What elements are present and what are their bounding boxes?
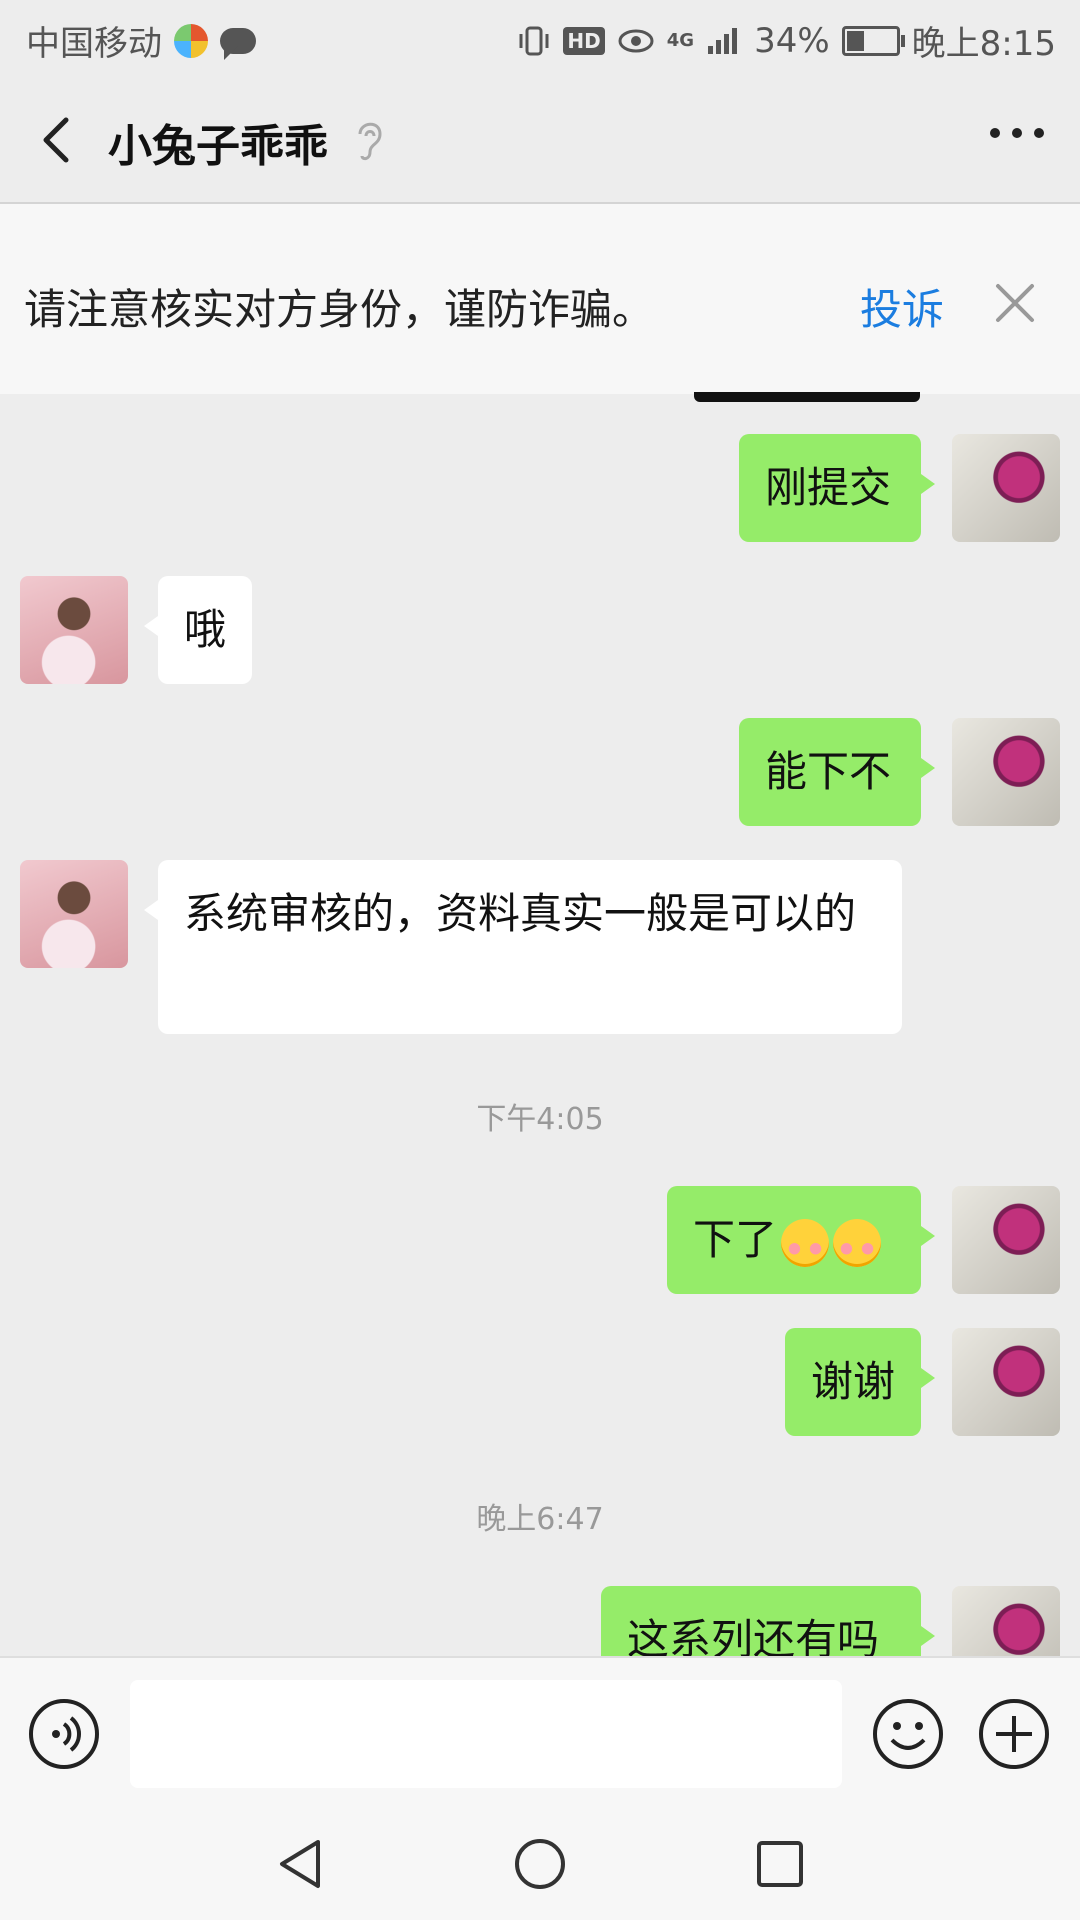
vibrate-icon	[517, 24, 551, 58]
avatar[interactable]	[20, 576, 128, 684]
warning-message: 请注意核实对方身份，谨防诈骗。	[24, 285, 655, 334]
message-text: 这系列还有吗	[627, 1615, 880, 1656]
blush-smile-emoji	[781, 1218, 830, 1267]
message-bubble-received[interactable]: 系统审核的，资料真实一般是可以的	[144, 860, 902, 1034]
timestamp: 晚上6:47	[476, 1502, 604, 1537]
message-bubble-sent[interactable]: 下了	[667, 1186, 935, 1294]
close-icon[interactable]	[990, 278, 1040, 328]
avatar[interactable]	[20, 860, 128, 968]
message-input[interactable]	[130, 1680, 842, 1788]
nav-home-icon[interactable]	[512, 1836, 568, 1892]
avatar[interactable]	[952, 718, 1060, 826]
message-notification-icon	[220, 27, 256, 60]
system-nav-bar	[0, 1806, 1080, 1920]
message-text: 能下不	[765, 747, 892, 796]
message-clip: 这系列还有吗	[0, 1586, 1080, 1656]
plus-icon[interactable]	[978, 1698, 1050, 1770]
nav-recents-icon[interactable]	[752, 1836, 808, 1892]
blush-smile-emoji	[833, 1218, 882, 1267]
status-bar: 中国移动 HD 4G 34% 晚上8:15	[0, 0, 1080, 76]
message-text: 系统审核的，资料真实一般是可以的	[184, 889, 857, 938]
timestamp: 下午4:05	[476, 1102, 604, 1137]
message-bubble-sent[interactable]: 这系列还有吗	[601, 1586, 935, 1656]
network-type: 4G	[666, 29, 695, 51]
avatar[interactable]	[952, 434, 1060, 542]
chat-header: 小兔子乖乖	[0, 76, 1080, 204]
message-bubble-sent[interactable]: 能下不	[739, 718, 935, 826]
signal-icon	[706, 26, 742, 56]
hd-icon: HD	[563, 26, 605, 55]
partial-message-edge	[694, 392, 920, 402]
emoji-icon[interactable]	[872, 1698, 944, 1770]
carrier-label: 中国移动	[26, 24, 162, 64]
avatar[interactable]	[952, 1328, 1060, 1436]
battery-percent: 34%	[754, 20, 830, 61]
message-bubble-sent[interactable]: 谢谢	[785, 1328, 935, 1436]
avatar[interactable]	[952, 1586, 1060, 1656]
back-icon[interactable]	[30, 112, 86, 168]
more-icon[interactable]	[990, 128, 1044, 138]
message-text: 哦	[184, 605, 227, 654]
ear-icon	[358, 122, 382, 161]
message-text: 谢谢	[811, 1357, 896, 1406]
avatar[interactable]	[952, 1186, 1060, 1294]
voice-icon[interactable]	[28, 1698, 100, 1770]
chat-title: 小兔子乖乖	[108, 121, 328, 172]
message-text: 下了	[693, 1215, 778, 1264]
message-bubble-sent[interactable]: 刚提交	[739, 434, 935, 542]
clock: 晚上8:15	[911, 24, 1056, 64]
app-notification-icon	[174, 23, 208, 58]
report-link[interactable]: 投诉	[860, 276, 944, 337]
nav-back-icon[interactable]	[272, 1836, 328, 1892]
battery-icon	[841, 25, 905, 56]
message-bubble-received[interactable]: 哦	[144, 576, 252, 684]
input-bar	[0, 1656, 1080, 1808]
eye-icon	[617, 27, 655, 55]
message-text: 刚提交	[765, 463, 892, 512]
fraud-warning-banner: 请注意核实对方身份，谨防诈骗。 投诉	[0, 204, 1080, 394]
